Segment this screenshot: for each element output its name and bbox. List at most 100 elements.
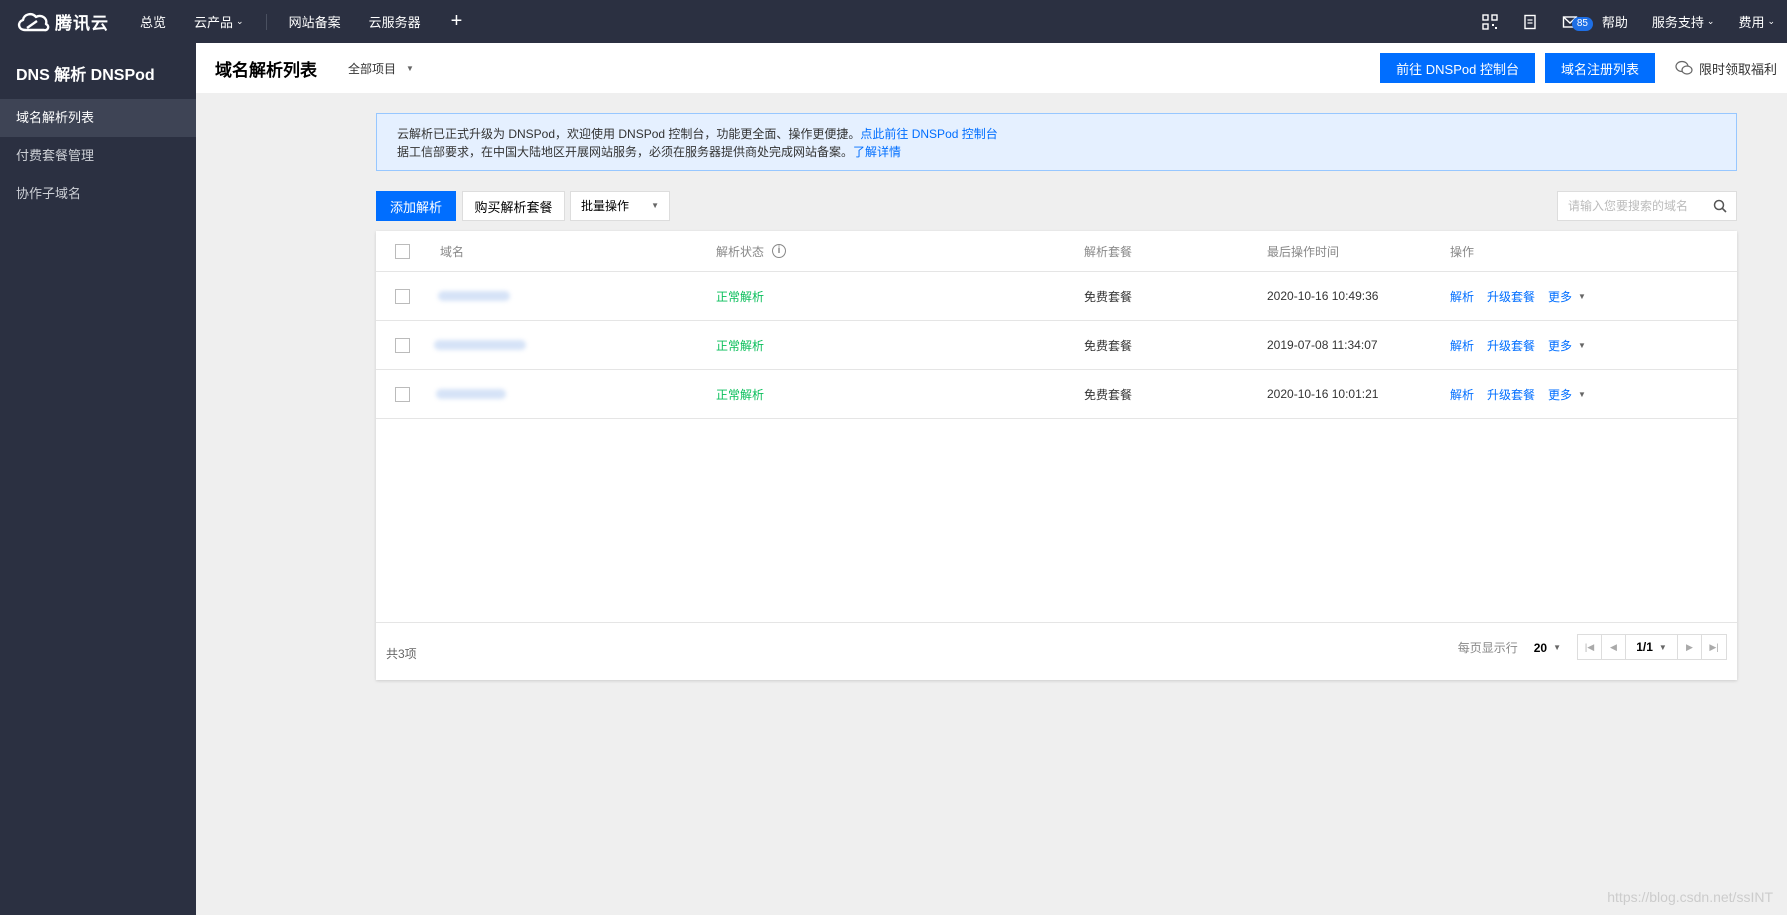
per-page-select[interactable]: 20 ▼ bbox=[1534, 641, 1561, 655]
caret-down-icon: ▼ bbox=[651, 201, 659, 210]
billing-label: 费用 bbox=[1738, 15, 1765, 30]
resolve-link[interactable]: 解析 bbox=[1450, 288, 1474, 305]
batch-actions-label: 批量操作 bbox=[581, 199, 630, 213]
goto-dnspod-button[interactable]: 前往 DNSPod 控制台 bbox=[1380, 53, 1535, 83]
batch-actions-select[interactable]: 批量操作 ▼ bbox=[570, 191, 670, 221]
plan-text: 免费套餐 bbox=[1084, 387, 1133, 402]
more-label: 更多 bbox=[1548, 338, 1573, 353]
nav-icp-filing[interactable]: 网站备案 bbox=[275, 12, 355, 31]
resolve-link[interactable]: 解析 bbox=[1450, 386, 1474, 403]
goto-dnspod-link[interactable]: 点此前往 DNSPod 控制台 bbox=[860, 127, 997, 141]
buy-plan-button[interactable]: 购买解析套餐 bbox=[462, 191, 565, 221]
domain-name-redacted[interactable] bbox=[438, 291, 510, 301]
search-icon[interactable] bbox=[1708, 199, 1732, 213]
caret-down-icon: ▼ bbox=[406, 63, 414, 73]
chevron-down-icon: ⌄ bbox=[236, 16, 244, 26]
help-link[interactable]: 帮助 bbox=[1590, 12, 1640, 31]
status-text: 正常解析 bbox=[716, 289, 765, 304]
nav-products[interactable]: 云产品 ⌄ bbox=[180, 12, 258, 31]
project-selector[interactable]: 全部项目 ▼ bbox=[348, 60, 414, 77]
sidebar-item-sub-domains[interactable]: 协作子域名 bbox=[0, 175, 196, 213]
info-icon[interactable]: i bbox=[772, 244, 787, 258]
qrcode-icon[interactable] bbox=[1470, 13, 1510, 30]
more-menu[interactable]: 更多 ▼ bbox=[1548, 386, 1586, 403]
learn-more-link[interactable]: 了解详情 bbox=[853, 145, 901, 159]
upgrade-plan-link[interactable]: 升级套餐 bbox=[1487, 337, 1535, 354]
billing-menu[interactable]: 费用 ⌄ bbox=[1726, 12, 1787, 31]
more-menu[interactable]: 更多 ▼ bbox=[1548, 288, 1586, 305]
select-all-checkbox[interactable] bbox=[395, 243, 410, 259]
row-checkbox[interactable] bbox=[395, 386, 410, 402]
nav-divider bbox=[265, 13, 267, 30]
notice-line-1: 云解析已正式升级为 DNSPod，欢迎使用 DNSPod 控制台，功能更全面、操… bbox=[397, 125, 1716, 143]
domain-search-box bbox=[1557, 191, 1737, 221]
row-checkbox[interactable] bbox=[395, 288, 410, 304]
first-page-icon[interactable]: |◀ bbox=[1578, 635, 1602, 659]
tencent-cloud-logo[interactable]: 腾讯云 bbox=[0, 9, 126, 34]
last-page-icon[interactable]: ▶| bbox=[1702, 635, 1726, 659]
notice-line-2: 据工信部要求，在中国大陆地区开展网站服务，必须在服务器提供商处完成网站备案。了解… bbox=[397, 143, 1716, 161]
top-navbar: 腾讯云 总览 云产品 ⌄ 网站备案 云服务器 + 85 帮助 服务支持 ⌄ 费用 ⌄ bbox=[0, 0, 1787, 43]
table-row: 正常解析 免费套餐 2020-10-16 10:49:36 解析 升级套餐 更多… bbox=[376, 272, 1737, 321]
chevron-down-icon: ⌄ bbox=[1706, 16, 1715, 26]
nav-products-label: 云产品 bbox=[194, 15, 234, 30]
time-text: 2020-10-16 10:49:36 bbox=[1267, 289, 1379, 303]
status-text: 正常解析 bbox=[716, 387, 765, 402]
message-button[interactable]: 85 bbox=[1550, 14, 1593, 31]
col-actions: 操作 bbox=[1450, 244, 1475, 259]
add-shortcut-button[interactable]: + bbox=[435, 10, 479, 33]
domain-register-list-button[interactable]: 域名注册列表 bbox=[1544, 53, 1655, 83]
info-notice: 云解析已正式升级为 DNSPod，欢迎使用 DNSPod 控制台，功能更全面、操… bbox=[376, 113, 1737, 171]
table-row: 正常解析 免费套餐 2019-07-08 11:34:07 解析 升级套餐 更多… bbox=[376, 321, 1737, 370]
nav-cvm[interactable]: 云服务器 bbox=[355, 12, 435, 31]
domain-table: 域名 解析状态 i 解析套餐 最后操作时间 操作 正常解析 免费套餐 2020-1… bbox=[376, 231, 1737, 680]
more-menu[interactable]: 更多 ▼ bbox=[1548, 337, 1586, 354]
upgrade-plan-link[interactable]: 升级套餐 bbox=[1487, 288, 1535, 305]
col-status: 解析状态 i bbox=[716, 231, 787, 271]
prev-page-icon[interactable]: ◀ bbox=[1602, 635, 1626, 659]
caret-down-icon: ▼ bbox=[1578, 291, 1586, 301]
resolve-link[interactable]: 解析 bbox=[1450, 337, 1474, 354]
plan-text: 免费套餐 bbox=[1084, 338, 1133, 353]
table-header: 域名 解析状态 i 解析套餐 最后操作时间 操作 bbox=[376, 231, 1737, 272]
caret-down-icon: ▼ bbox=[1578, 389, 1586, 399]
notice-text-1: 云解析已正式升级为 DNSPod，欢迎使用 DNSPod 控制台，功能更全面、操… bbox=[397, 127, 861, 141]
support-menu[interactable]: 服务支持 ⌄ bbox=[1640, 12, 1727, 31]
wechat-icon bbox=[1675, 60, 1693, 75]
sidebar-item-paid-plans[interactable]: 付费套餐管理 bbox=[0, 137, 196, 175]
welfare-label: 限时领取福利 bbox=[1698, 61, 1777, 77]
col-domain: 域名 bbox=[440, 244, 465, 259]
per-page-control: 每页显示行 20 ▼ bbox=[1458, 639, 1561, 656]
welfare-link[interactable]: 限时领取福利 bbox=[1675, 59, 1787, 78]
upgrade-plan-link[interactable]: 升级套餐 bbox=[1487, 386, 1535, 403]
table-row: 正常解析 免费套餐 2020-10-16 10:01:21 解析 升级套餐 更多… bbox=[376, 370, 1737, 419]
col-status-label: 解析状态 bbox=[716, 244, 765, 259]
toolbar: 添加解析 购买解析套餐 批量操作 ▼ bbox=[376, 191, 1737, 221]
notice-text-2: 据工信部要求，在中国大陆地区开展网站服务，必须在服务器提供商处完成网站备案。 bbox=[397, 145, 854, 159]
chevron-down-icon: ⌄ bbox=[1767, 16, 1775, 26]
page-title: 域名解析列表 bbox=[215, 60, 317, 80]
cloud-logo-icon bbox=[17, 12, 50, 31]
row-checkbox[interactable] bbox=[395, 337, 410, 353]
page-select[interactable]: 1/1 ▼ bbox=[1626, 635, 1678, 659]
plan-text: 免费套餐 bbox=[1084, 289, 1133, 304]
total-count: 共3项 bbox=[386, 647, 417, 661]
more-label: 更多 bbox=[1548, 387, 1573, 402]
caret-down-icon: ▼ bbox=[1658, 642, 1667, 652]
watermark: https://blog.csdn.net/ssINT bbox=[1607, 889, 1773, 905]
domain-name-redacted[interactable] bbox=[436, 389, 506, 399]
col-plan: 解析套餐 bbox=[1084, 244, 1133, 259]
search-input[interactable] bbox=[1558, 192, 1708, 220]
sidebar-item-domain-list[interactable]: 域名解析列表 bbox=[0, 99, 196, 137]
add-record-button[interactable]: 添加解析 bbox=[376, 191, 456, 221]
caret-down-icon: ▼ bbox=[1553, 643, 1561, 652]
col-last-modified: 最后操作时间 bbox=[1267, 244, 1340, 259]
domain-name-redacted[interactable] bbox=[434, 340, 526, 350]
next-page-icon[interactable]: ▶ bbox=[1678, 635, 1702, 659]
status-text: 正常解析 bbox=[716, 338, 765, 353]
per-page-value: 20 bbox=[1533, 640, 1548, 655]
document-icon[interactable] bbox=[1510, 14, 1550, 30]
per-page-label: 每页显示行 bbox=[1457, 641, 1518, 655]
nav-overview[interactable]: 总览 bbox=[126, 12, 180, 31]
caret-down-icon: ▼ bbox=[1578, 340, 1586, 350]
